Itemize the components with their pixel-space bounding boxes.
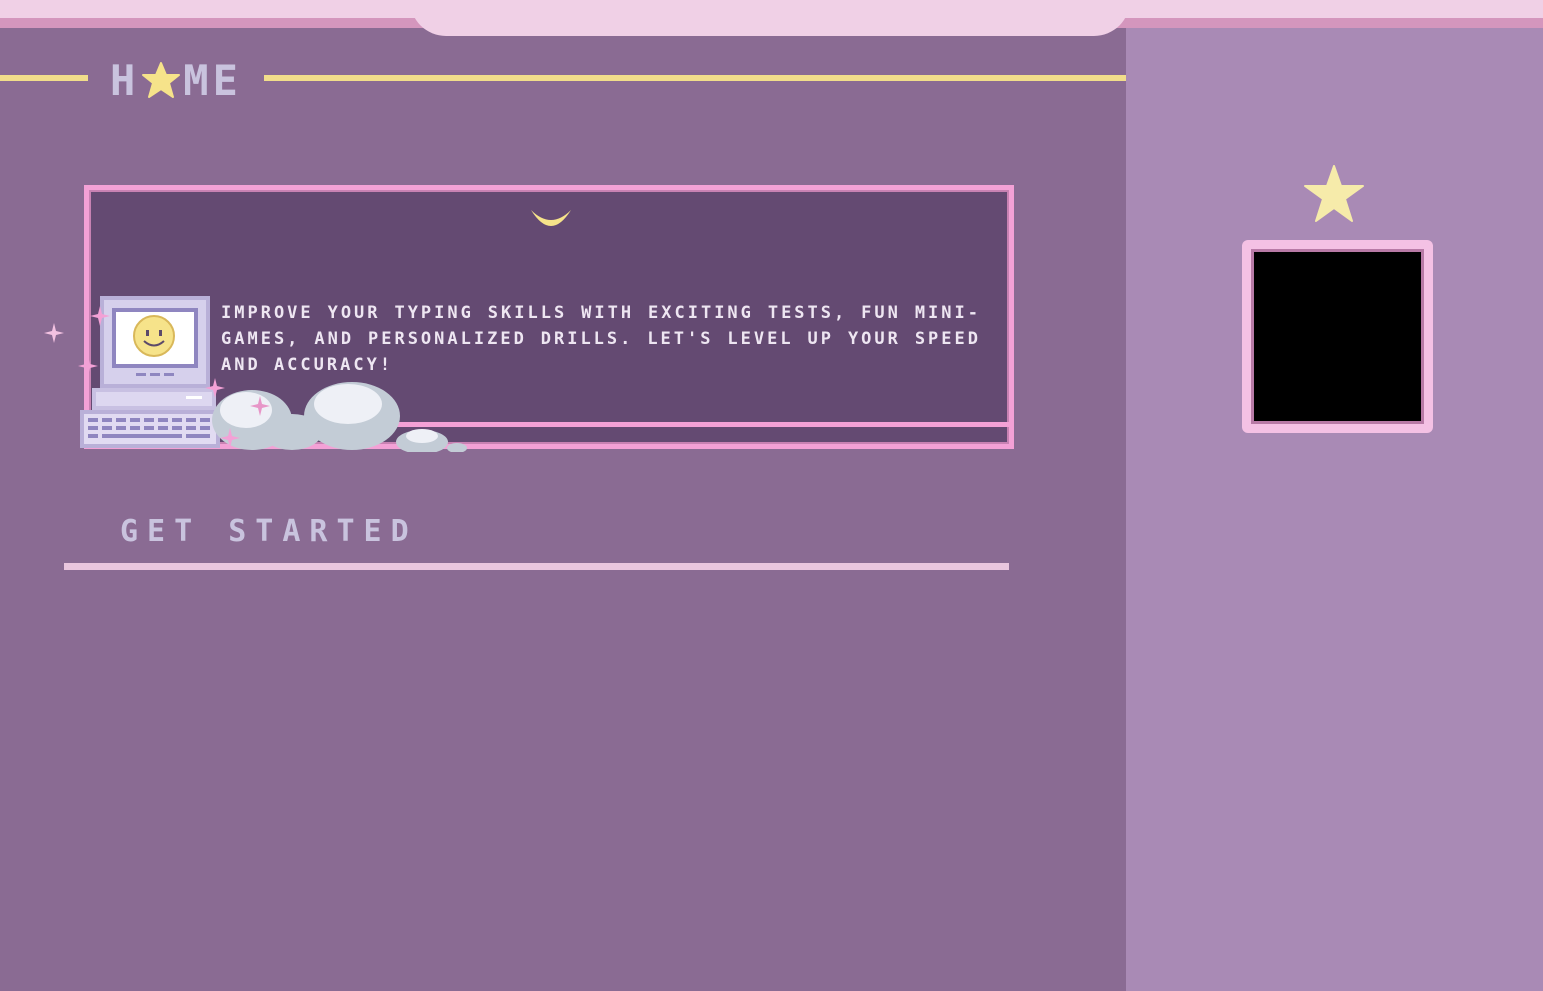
page-title-prefix: H	[110, 55, 140, 105]
star-icon	[142, 62, 181, 98]
media-frame	[1242, 240, 1433, 433]
cloud-icon	[212, 382, 467, 452]
star-icon	[1304, 165, 1364, 222]
top-tab	[410, 0, 1130, 36]
section-divider	[64, 563, 1009, 570]
main-content	[0, 28, 1126, 991]
moon-icon	[531, 210, 571, 226]
sparkle-icon	[250, 396, 270, 416]
sparkle-icon	[90, 306, 110, 326]
sparkle-icon	[220, 428, 240, 448]
page-title: H ME	[110, 55, 242, 105]
sparkle-icon	[78, 356, 98, 376]
sparkle-icon	[44, 323, 64, 343]
page-title-suffix: ME	[183, 55, 242, 105]
sparkle-icon	[205, 378, 225, 398]
home-divider-right	[264, 75, 1126, 81]
home-divider-left	[0, 75, 88, 81]
intro-text: IMPROVE YOUR TYPING SKILLS WITH EXCITING…	[221, 303, 981, 375]
media-screen[interactable]	[1251, 249, 1424, 424]
get-started-heading: GET STARTED	[120, 514, 418, 549]
